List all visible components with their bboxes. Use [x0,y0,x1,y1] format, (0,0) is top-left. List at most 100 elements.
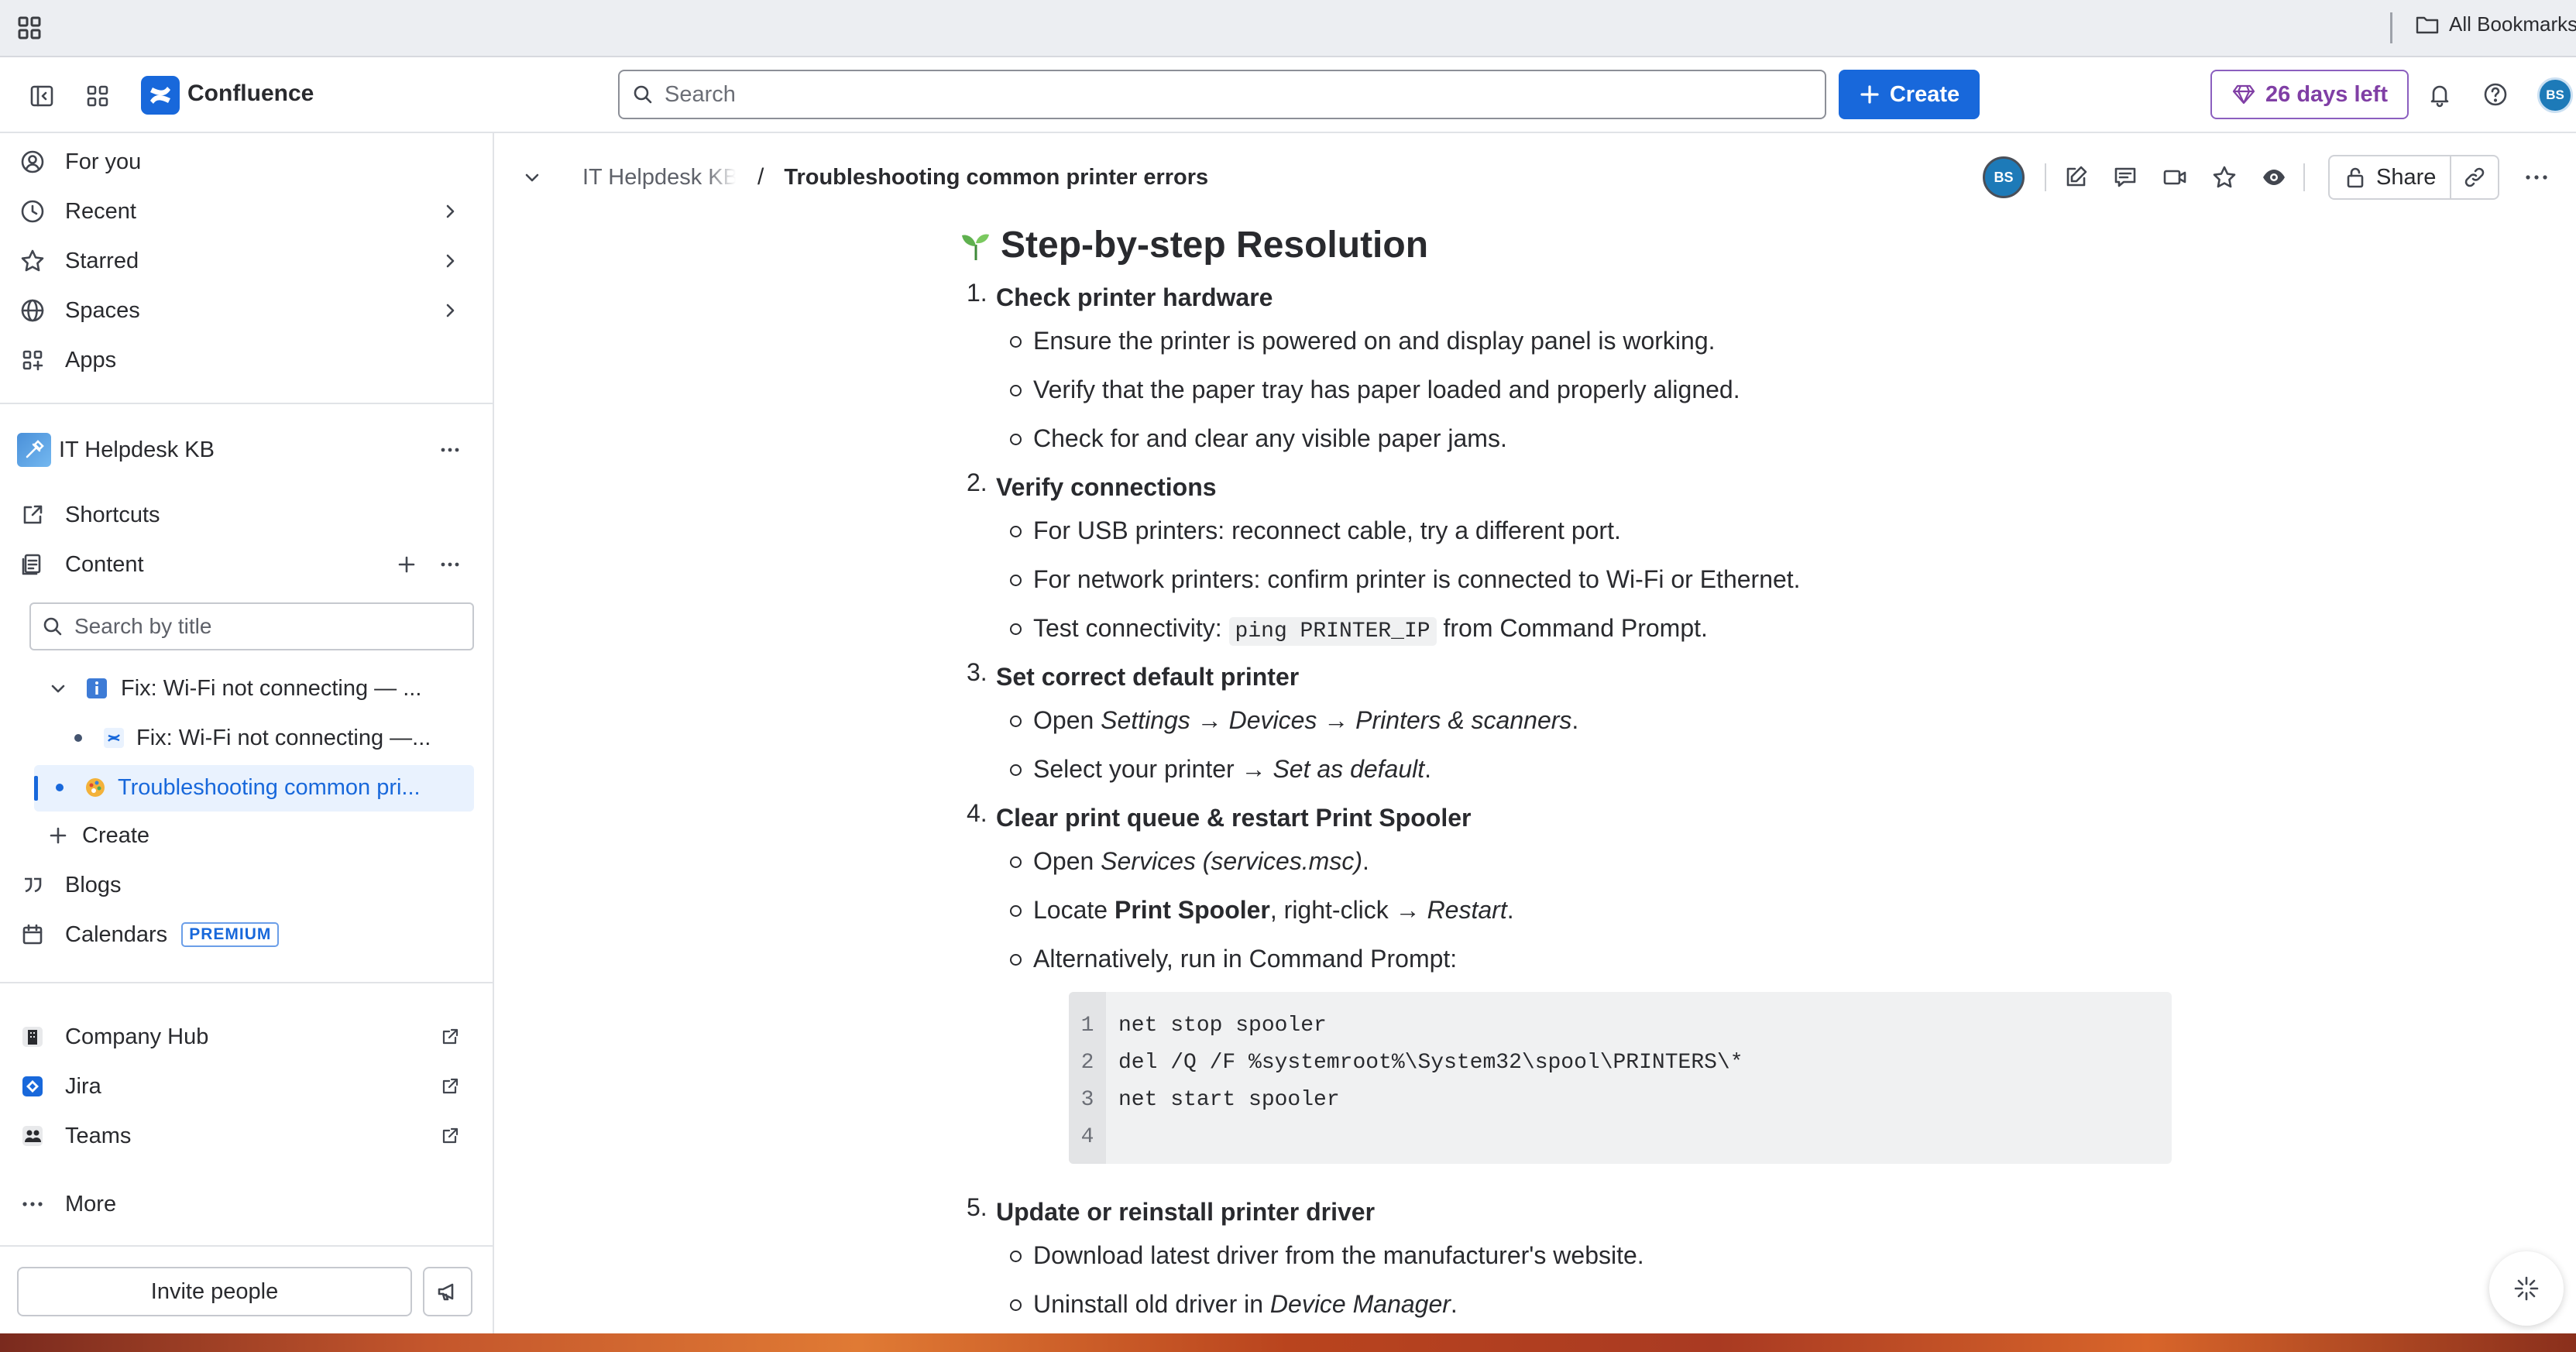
trial-days-left-button[interactable]: 26 days left [2210,70,2409,119]
sidebar-item-label: Calendars [65,921,168,947]
share-button[interactable]: Share [2328,155,2452,200]
sidebar-item-for-you[interactable]: For you [17,139,474,184]
collaborator-avatar[interactable]: BS [1983,156,2025,198]
active-indicator [34,776,38,801]
step-title: Verify connections [996,473,1217,501]
app-link-company-hub[interactable]: Company Hub [17,1014,474,1059]
chevron-right-icon[interactable] [438,299,462,322]
folder-icon [2415,14,2440,36]
search-by-title-field[interactable] [29,602,474,650]
line-number: 2 [1080,1051,1094,1075]
chevron-right-icon[interactable] [438,249,462,273]
app-link-teams[interactable]: Teams [17,1114,474,1158]
trial-label: 26 days left [2265,81,2388,107]
product-name[interactable]: Confluence [187,81,314,107]
list-item: Select your printer → Set as default. [1010,750,2153,799]
chevron-down-icon[interactable] [520,166,544,189]
step-item: 4. Clear print queue & restart Print Spo… [960,799,2172,1164]
feedback-megaphone-icon[interactable] [423,1267,472,1316]
page-toolbar: BS Share [1983,155,2557,200]
teams-icon [17,1120,48,1151]
sidebar-divider [0,403,493,404]
step-title: Update or reinstall printer driver [996,1198,1376,1226]
sidebar-item-label: Apps [65,347,117,372]
text-segment: Open [1033,847,1101,875]
invite-people-button[interactable]: Invite people [17,1267,412,1316]
create-page-link[interactable]: Create [46,813,474,858]
emphasis-text: Services (services.msc) [1101,847,1362,875]
code-block[interactable]: 1 2 3 4 net stop spooler del /Q /F %systemro… [1069,992,2172,1164]
sidebar-item-label: Recent [65,198,136,224]
text-segment: . [1506,896,1514,924]
section-heading: Step-by-step Resolution [960,217,2153,273]
sidebar-item-calendars[interactable]: Calendars PREMIUM [17,912,474,957]
more-horizontal-icon[interactable] [438,438,462,462]
shortcut-icon [17,499,48,530]
notifications-bell-icon[interactable] [2421,76,2458,113]
tree-item-wifi-parent[interactable]: Fix: Wi-Fi not connecting — ... [46,666,474,711]
sidebar-toggle-icon[interactable] [23,77,60,115]
page-content: Step-by-step Resolution 1. Check printer… [960,217,2172,1334]
edit-pencil-icon[interactable] [2056,157,2096,197]
globe-icon [17,295,48,326]
step-number: 3. [967,658,987,686]
sidebar-item-recent[interactable]: Recent [17,189,474,234]
share-label: Share [2376,164,2437,190]
app-link-jira[interactable]: Jira [17,1064,474,1109]
code-text: net stop spooler del /Q /F %systemroot%\S… [1106,992,1743,1164]
watch-eye-icon[interactable] [2254,157,2294,197]
more-horizontal-icon[interactable] [438,553,462,576]
ai-assistant-sparkle-icon[interactable] [2489,1251,2564,1326]
breadcrumb-space-link[interactable]: IT Helpdesk KB [582,165,736,190]
browser-apps-grid-icon[interactable] [15,14,43,42]
comment-icon[interactable] [2105,157,2145,197]
copy-link-icon[interactable] [2451,155,2500,200]
tree-item-printer-errors[interactable]: Troubleshooting common pri... [56,765,474,810]
breadcrumb-separator: / [757,164,764,190]
star-icon[interactable] [2204,157,2245,197]
sidebar-item-label: For you [65,149,142,174]
sidebar-item-spaces[interactable]: Spaces [17,288,474,333]
sidebar-item-apps[interactable]: Apps [17,338,474,383]
resolution-steps: 1. Check printer hardware Ensure the pri… [960,279,2172,1334]
global-search[interactable] [618,70,1826,119]
text-segment: Open [1033,706,1101,734]
step-item: 2. Verify connections For USB printers: … [960,468,2153,658]
create-page-label: Create [82,822,150,848]
all-bookmarks-button[interactable]: All Bookmarks [2415,12,2576,36]
sidebar-item-starred[interactable]: Starred [17,238,474,283]
sidebar-item-content[interactable]: Content [17,542,474,587]
step-title: Check printer hardware [996,283,1273,311]
help-icon[interactable] [2477,76,2514,113]
search-by-title-input[interactable] [74,614,462,639]
apps-icon [17,345,48,376]
sidebar-item-blogs[interactable]: Blogs [17,863,474,908]
more-horizontal-icon[interactable] [2516,157,2557,197]
add-content-icon[interactable] [395,553,418,576]
line-number: 3 [1080,1088,1094,1112]
user-avatar[interactable]: BS [2537,77,2573,113]
plus-icon [1859,84,1880,105]
chevron-right-icon[interactable] [438,200,462,223]
breadcrumb-current-page[interactable]: Troubleshooting common printer errors [784,165,1208,190]
list-item: Locate Print Spooler, right-click → Rest… [1010,891,2153,940]
app-link-label: Teams [65,1123,132,1148]
confluence-logo-icon[interactable] [141,76,180,115]
text-segment: . [1571,706,1579,734]
tree-item-wifi-child[interactable]: Fix: Wi-Fi not connecting —... [74,715,474,760]
pages-icon [17,549,48,580]
app-switcher-icon[interactable] [79,77,116,115]
sidebar-item-shortcuts[interactable]: Shortcuts [17,492,474,537]
space-header[interactable]: IT Helpdesk KB [17,427,474,472]
step-title: Set correct default printer [996,663,1300,691]
search-input[interactable] [665,81,1788,108]
confluence-page-icon [102,726,125,750]
create-button[interactable]: Create [1839,70,1980,119]
chevron-down-icon[interactable] [46,677,70,700]
premium-badge: PREMIUM [181,922,280,947]
video-icon[interactable] [2155,157,2195,197]
jira-logo-icon [17,1071,48,1102]
sidebar-item-more[interactable]: More [17,1182,474,1227]
text-segment: . [1450,1290,1458,1318]
step-item: 5. Update or reinstall printer driver Do… [960,1193,2153,1334]
